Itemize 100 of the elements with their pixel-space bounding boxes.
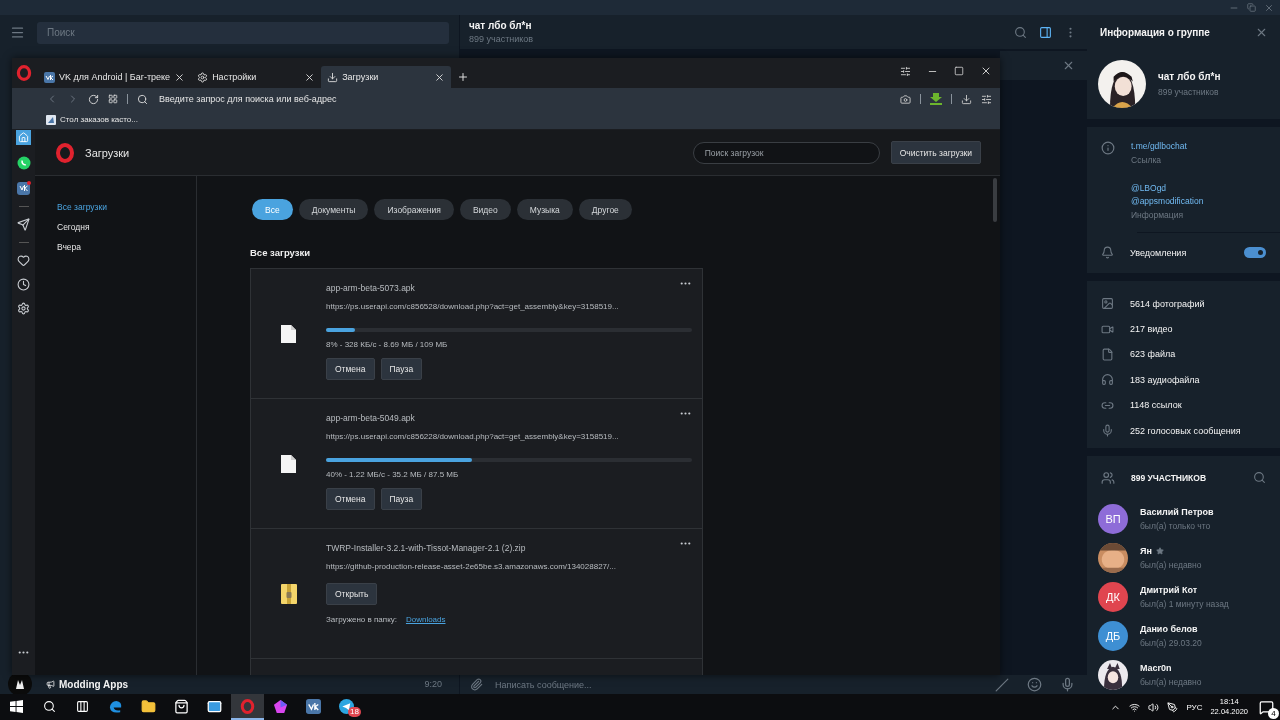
media-link[interactable]: 1148 ссылок	[1130, 400, 1182, 411]
media-link[interactable]: 623 файла	[1130, 349, 1176, 360]
clear-downloads-button[interactable]: Очистить загрузки	[890, 141, 981, 164]
photo-icon	[1101, 297, 1114, 311]
info-icon	[1101, 140, 1115, 155]
folder-link[interactable]: Downloads	[405, 615, 446, 624]
download-action-button[interactable]: Отмена	[326, 358, 375, 380]
media-link[interactable]: 252 голосовых сообщения	[1130, 425, 1241, 436]
browser-tab[interactable]: Загрузки	[321, 66, 452, 88]
section-heading: Все загрузки	[250, 247, 311, 258]
taskbar-button[interactable]	[231, 694, 264, 720]
attach-button[interactable]	[470, 678, 483, 691]
search-button[interactable]	[43, 699, 56, 713]
maximize-button[interactable]	[954, 66, 964, 76]
close-icon[interactable]	[304, 71, 316, 83]
filter-chip[interactable]: Изображения	[374, 199, 454, 220]
speaker-icon[interactable]	[1148, 701, 1160, 713]
people-icon	[1101, 470, 1115, 485]
close-icon[interactable]	[434, 71, 446, 83]
avatar: ВП	[1098, 503, 1128, 534]
nav-link[interactable]: Вчера	[57, 242, 81, 252]
filter-chip[interactable]: Документы	[298, 199, 369, 220]
audio-icon	[1101, 373, 1114, 387]
media-link[interactable]: 5614 фотографий	[1130, 298, 1205, 309]
menu-button[interactable]	[10, 25, 25, 40]
member-name[interactable]: Данио белов	[1140, 623, 1198, 634]
whatsapp-icon[interactable]	[16, 156, 31, 170]
easy-setup-button[interactable]	[900, 65, 911, 77]
bookmarks-button[interactable]	[17, 254, 30, 267]
notification-count: 4	[1268, 708, 1279, 719]
address-bar[interactable]: Введите запрос для поиска или веб-адрес	[12, 88, 1000, 110]
search-field[interactable]: Поиск	[37, 21, 449, 44]
member-status: был(а) недавно	[1140, 559, 1202, 570]
close-icon[interactable]	[174, 71, 186, 83]
member-name[interactable]: Ян	[1140, 545, 1152, 556]
filter-chip[interactable]: Другое	[578, 199, 632, 220]
filter-chip[interactable]: Музыка	[516, 199, 573, 220]
link-label: Ссылка	[1131, 154, 1162, 165]
address-field[interactable]: Введите запрос для поиска или веб-адрес	[157, 93, 891, 105]
member-name[interactable]: Macr0n	[1140, 662, 1172, 673]
emoji-button[interactable]	[1027, 677, 1042, 692]
member-name[interactable]: Дмитрий Кот	[1140, 584, 1198, 595]
bookmark[interactable]: Стол заказов касто...	[60, 115, 138, 124]
wifi-icon[interactable]	[1129, 701, 1141, 713]
file-url[interactable]: https://ps.userapi.com/c856528/download.php?act=get_assembly&key=3158519...	[326, 302, 619, 311]
group-name: чат лбо бл*н	[1158, 70, 1221, 82]
member-status: был(а) 29.03.20	[1140, 637, 1202, 648]
download-action-button[interactable]: Отмена	[326, 488, 375, 510]
scrollbar[interactable]	[993, 178, 997, 222]
notification-center-icon[interactable]	[1258, 699, 1274, 715]
settings-button[interactable]	[981, 93, 992, 105]
new-tab-button[interactable]	[457, 71, 470, 83]
opera-menu-icon[interactable]	[16, 64, 32, 82]
file-url[interactable]: https://github-production-release-asset-2e65be.s3.amazonaws.com/134028827/...	[326, 562, 616, 571]
message-bar[interactable]: Написать сообщение...	[460, 675, 1087, 694]
close-button[interactable]	[980, 65, 992, 77]
vk-icon[interactable]	[16, 181, 31, 195]
commands-button[interactable]	[995, 677, 1009, 692]
member-name[interactable]: Василий Петров	[1140, 506, 1214, 517]
avatar: ДБ	[1098, 620, 1128, 651]
side-panel-button[interactable]	[1039, 25, 1052, 39]
send-button[interactable]	[17, 218, 30, 231]
language-indicator[interactable]: РУС	[1186, 702, 1203, 712]
media-link[interactable]: 217 видео	[1130, 324, 1173, 334]
extension-icon[interactable]	[930, 93, 942, 105]
browser-tab[interactable]: Настройки	[191, 66, 322, 88]
nav-link[interactable]: Сегодня	[57, 222, 90, 232]
download-action-button[interactable]: Пауза	[380, 488, 423, 510]
group-link[interactable]: t.me/gdlbochat	[1131, 140, 1187, 151]
nav-link[interactable]: Все загрузки	[57, 202, 107, 212]
notifications-toggle[interactable]	[1244, 247, 1266, 259]
message-field[interactable]: Написать сообщение...	[493, 678, 985, 691]
downloads-button[interactable]	[961, 93, 972, 105]
search-field[interactable]: Поиск загрузок	[692, 141, 880, 164]
file-icon	[1101, 347, 1114, 361]
filter-chip[interactable]: Видео	[459, 199, 511, 220]
speed-dial-button[interactable]	[108, 94, 118, 104]
download-action-button[interactable]: Пауза	[380, 358, 423, 380]
folder-icon	[141, 698, 156, 714]
snapshot-button[interactable]	[900, 93, 911, 105]
history-button[interactable]	[17, 278, 30, 291]
reload-button[interactable]	[88, 93, 99, 105]
chat-name: Modding Apps	[59, 678, 130, 690]
download-action-button[interactable]: Открыть	[326, 583, 378, 605]
settings-button[interactable]	[17, 302, 30, 315]
member-status: был(а) 1 минуту назад	[1140, 598, 1229, 609]
chat-title: чат лбо бл*н	[469, 20, 533, 31]
chat-subtitle: 899 участников	[469, 34, 535, 44]
media-link[interactable]: 183 аудиофайла	[1130, 374, 1200, 385]
file-url[interactable]: https://ps.userapi.com/c856228/download.php?act=get_assembly&key=3158519...	[326, 432, 619, 441]
pen-icon[interactable]	[1167, 701, 1179, 713]
task-view-button[interactable]	[76, 699, 89, 713]
browser-tab[interactable]: VK для Android | Баг-треке	[38, 66, 192, 88]
download-status: 8% - 328 КБ/с - 8.69 МБ / 109 МБ	[326, 340, 448, 349]
taskbar-button[interactable]: 18	[330, 694, 363, 720]
microphone-button[interactable]	[1060, 677, 1075, 692]
file-icon	[281, 454, 296, 473]
mention-link[interactable]: @appsmodification	[1131, 195, 1204, 206]
start-button[interactable]	[10, 699, 23, 713]
mention-link[interactable]: @LBOgd	[1131, 182, 1167, 193]
